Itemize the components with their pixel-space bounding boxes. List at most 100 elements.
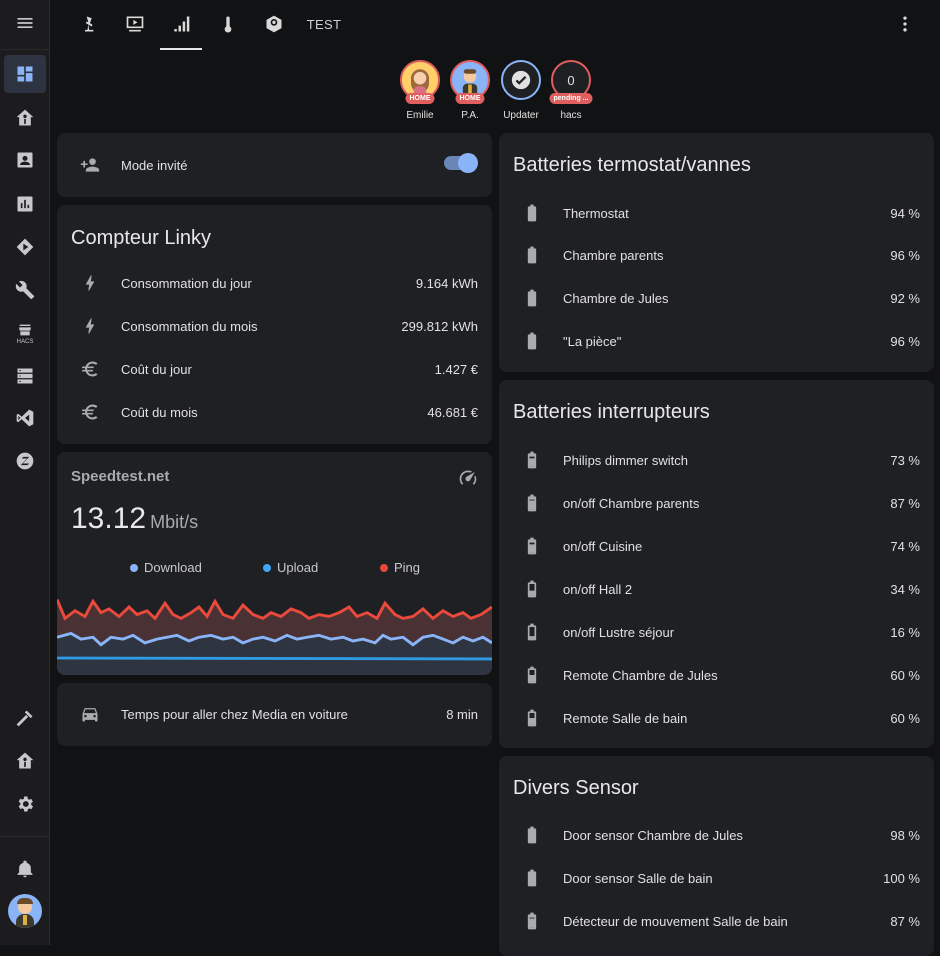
linky-card: Compteur Linky Consommation du jour 9.16… [57, 205, 492, 444]
battery-row[interactable]: Chambre de Jules 92 % [499, 283, 934, 313]
tab-media[interactable] [116, 0, 154, 48]
battery-row[interactable]: on/off Lustre séjour 16 % [499, 617, 934, 647]
sidebar-item-media[interactable] [4, 228, 46, 266]
sidebar-item-notifications[interactable] [4, 850, 46, 888]
battery-row[interactable]: Philips dimmer switch 73 % [499, 445, 934, 475]
sidebar-item-home[interactable] [4, 99, 46, 137]
menu-button[interactable] [4, 4, 46, 42]
battery-row[interactable]: on/off Chambre parents 87 % [499, 488, 934, 518]
guest-mode-toggle[interactable] [444, 153, 478, 173]
battery-row[interactable]: Remote Chambre de Jules 60 % [499, 660, 934, 690]
car-icon [79, 703, 101, 725]
battery-icon [521, 492, 543, 514]
speedtest-sparkline [57, 598, 492, 675]
speedometer-icon [459, 470, 477, 485]
battery-row-value: 96 % [890, 333, 920, 349]
battery-row[interactable]: on/off Hall 2 34 % [499, 574, 934, 604]
cog-icon [18, 796, 33, 812]
lamp-icon [85, 16, 94, 32]
sidebar-item-history[interactable] [4, 185, 46, 223]
battery-row[interactable]: Remote Salle de bain 60 % [499, 703, 934, 733]
batteries-switches-card: Batteries interrupteurs Philips dimmer s… [499, 380, 934, 748]
battery-row-value: 87 % [890, 495, 920, 511]
battery-row[interactable]: on/off Cuisine 74 % [499, 531, 934, 561]
tab-test[interactable]: TEST [300, 0, 348, 48]
server-icon [17, 368, 33, 384]
commute-row[interactable]: Temps pour aller chez Media en voiture 8… [57, 699, 492, 729]
battery-row-name: on/off Chambre parents [563, 495, 700, 511]
linky-row-name: Coût du jour [121, 361, 192, 377]
tab-vacuum[interactable] [255, 0, 293, 48]
divers-sensor-title: Divers Sensor [513, 777, 639, 799]
sidebar-item-tools[interactable] [4, 271, 46, 309]
badge-emilie[interactable]: HOME Emilie [398, 60, 442, 121]
sidebar-item-settings[interactable] [4, 785, 46, 823]
vscode-icon [16, 409, 34, 427]
emilie-label: Emilie [406, 110, 434, 121]
linky-row-name: Consommation du mois [121, 318, 258, 334]
battery-row-name: on/off Hall 2 [563, 581, 633, 597]
battery-row[interactable]: Détecteur de mouvement Salle de bain 87 … [499, 906, 934, 936]
batteries-thermostat-card: Batteries termostat/vannes Thermostat 94… [499, 133, 934, 372]
legend-upload[interactable]: Upload [263, 560, 318, 575]
tab-lamp[interactable] [72, 0, 108, 48]
badge-hacs[interactable]: 0 pending ... hacs [549, 60, 593, 121]
battery-row-value: 16 % [890, 624, 920, 640]
battery-row[interactable]: Door sensor Salle de bain 100 % [499, 863, 934, 893]
battery-icon [521, 664, 543, 686]
battery-icon [521, 330, 543, 352]
badge-updater[interactable]: Updater [499, 60, 543, 121]
battery-row-name: on/off Lustre séjour [563, 624, 675, 640]
sidebar-item-profile[interactable] [4, 892, 46, 930]
overflow-menu-button[interactable] [890, 0, 920, 48]
updater-circle [501, 60, 541, 100]
sidebar-item-supervisor[interactable] [4, 742, 46, 780]
flash-icon [79, 272, 101, 294]
battery-row[interactable]: Chambre parents 96 % [499, 240, 934, 270]
sidebar-item-persons[interactable] [4, 141, 46, 179]
sidebar-item-server[interactable] [4, 357, 46, 395]
sidebar-item-zigbee[interactable] [4, 442, 46, 480]
euro-icon [79, 401, 101, 423]
battery-icon [521, 707, 543, 729]
signal-icon [174, 16, 190, 32]
linky-row[interactable]: Coût du mois 46.681 € [57, 397, 492, 427]
battery-row-name: on/off Cuisine [563, 538, 643, 554]
tab-signal[interactable] [160, 0, 202, 50]
battery-icon [521, 449, 543, 471]
legend-download-label: Download [144, 560, 202, 575]
speedtest-card[interactable]: Speedtest.net 13.12 Mbit/s Download Uplo… [57, 452, 492, 675]
hammer-icon [16, 710, 33, 727]
badge-pa[interactable]: HOME P.A. [448, 60, 492, 121]
tab-thermometer[interactable] [210, 0, 246, 48]
sidebar-item-vscode[interactable] [4, 399, 46, 437]
linky-row[interactable]: Coût du jour 1.427 € [57, 354, 492, 384]
pa-state-tag: HOME [455, 93, 485, 104]
battery-icon [521, 287, 543, 309]
battery-row[interactable]: Thermostat 94 % [499, 198, 934, 228]
hacs-state-tag: pending ... [549, 93, 593, 104]
battery-row[interactable]: Door sensor Chambre de Jules 98 % [499, 820, 934, 850]
robot-vacuum-icon [266, 15, 282, 33]
sidebar-item-hacs[interactable]: HACS [4, 314, 46, 352]
account-box-icon [17, 152, 33, 168]
battery-row-name: Chambre parents [563, 247, 664, 263]
hacs-caption: HACS [16, 338, 34, 345]
legend-upload-label: Upload [277, 560, 319, 575]
linky-row[interactable]: Consommation du mois 299.812 kWh [57, 311, 492, 341]
guest-mode-label: Mode invité [121, 157, 188, 173]
battery-row[interactable]: "La pièce" 96 % [499, 326, 934, 356]
sidebar-item-developer-tools[interactable] [4, 699, 46, 737]
guest-mode-row: Mode invité [57, 150, 492, 180]
linky-row[interactable]: Consommation du jour 9.164 kWh [57, 268, 492, 298]
euro-icon [79, 358, 101, 380]
sidebar-item-overview[interactable] [4, 55, 46, 93]
menu-icon [17, 18, 33, 28]
battery-row-value: 73 % [890, 452, 920, 468]
legend-ping[interactable]: Ping [380, 560, 420, 575]
bell-icon [17, 860, 33, 878]
battery-row-value: 94 % [890, 205, 920, 221]
guest-mode-card: Mode invité [57, 133, 492, 197]
legend-download[interactable]: Download [130, 560, 202, 575]
tab-test-label: TEST [306, 16, 342, 32]
